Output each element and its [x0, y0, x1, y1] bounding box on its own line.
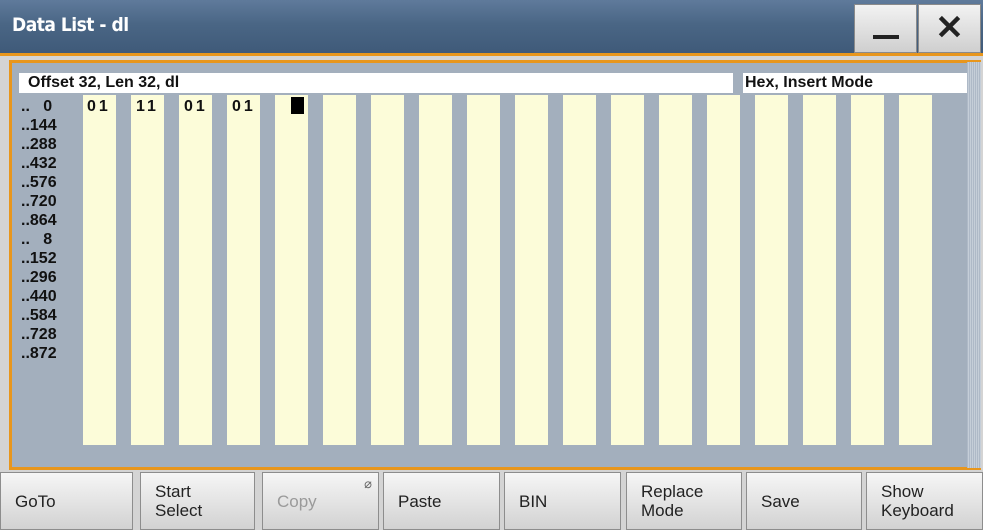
row-offset-label: ..296: [21, 269, 57, 286]
row-offset-label: ..432: [21, 155, 57, 172]
show-keyboard-button[interactable]: Show Keyboard: [866, 472, 983, 530]
list-info-text: Offset 32, Len 32, dl: [28, 74, 180, 91]
data-column[interactable]: [563, 95, 596, 445]
replace-mode-button[interactable]: Replace Mode: [626, 472, 742, 530]
softkey-bar: GoTo Start Select Copy ⌀ Paste BIN Repla…: [0, 470, 983, 530]
paste-button[interactable]: Paste: [383, 472, 500, 530]
replace-mode-label: Replace Mode: [641, 482, 704, 520]
data-cell[interactable]: 11: [136, 97, 159, 116]
edit-cursor: [291, 97, 304, 114]
copy-label: Copy: [277, 491, 317, 511]
row-offset-label: ..288: [21, 136, 57, 153]
close-button[interactable]: ✕: [918, 4, 981, 53]
row-offset-label: ..720: [21, 193, 57, 210]
data-column[interactable]: [707, 95, 740, 445]
start-select-button[interactable]: Start Select: [140, 472, 255, 530]
row-offset-label: .. 8: [21, 231, 53, 248]
row-offset-label: ..576: [21, 174, 57, 191]
copy-button[interactable]: Copy ⌀: [262, 472, 379, 530]
edit-mode-text: Hex, Insert Mode: [745, 74, 874, 91]
row-offset-label: ..152: [21, 250, 57, 267]
row-offset-label: ..144: [21, 117, 57, 134]
data-column[interactable]: [371, 95, 404, 445]
data-column[interactable]: [83, 95, 116, 445]
save-label: Save: [761, 491, 800, 511]
save-button[interactable]: Save: [746, 472, 862, 530]
data-column[interactable]: [899, 95, 932, 445]
bin-label: BIN: [519, 491, 548, 511]
goto-button[interactable]: GoTo: [0, 472, 133, 530]
data-column[interactable]: [851, 95, 884, 445]
data-editor-panel[interactable]: Offset 32, Len 32, dl Hex, Insert Mode .…: [9, 60, 981, 470]
minimize-button[interactable]: [854, 4, 917, 53]
data-column[interactable]: [467, 95, 500, 445]
data-column[interactable]: [755, 95, 788, 445]
data-column[interactable]: [659, 95, 692, 445]
data-column[interactable]: [419, 95, 452, 445]
disabled-icon: ⌀: [364, 476, 372, 491]
row-offset-label: ..440: [21, 288, 57, 305]
data-column[interactable]: [323, 95, 356, 445]
row-offset-label: .. 0: [21, 98, 53, 115]
minimize-icon: [873, 35, 899, 39]
title-bar: Data List - dl ✕: [0, 0, 983, 56]
list-info-field: Offset 32, Len 32, dl: [19, 73, 733, 93]
edit-mode-field: Hex, Insert Mode: [743, 73, 977, 93]
data-list-window: Data List - dl ✕ Offset 32, Len 32, dl H…: [0, 0, 983, 530]
data-column[interactable]: [179, 95, 212, 445]
data-column[interactable]: [803, 95, 836, 445]
data-cell[interactable]: 01: [184, 97, 208, 116]
data-cell[interactable]: 01: [87, 97, 111, 116]
data-column[interactable]: [515, 95, 548, 445]
data-column[interactable]: [275, 95, 308, 445]
scrollbar[interactable]: [967, 62, 981, 468]
row-offset-label: ..728: [21, 326, 57, 343]
row-offset-label: ..864: [21, 212, 57, 229]
data-column[interactable]: [227, 95, 260, 445]
paste-label: Paste: [398, 491, 442, 511]
data-column[interactable]: [131, 95, 164, 445]
start-select-label: Start Select: [155, 482, 203, 520]
data-cell[interactable]: 01: [232, 97, 256, 116]
row-offset-label: ..872: [21, 345, 57, 362]
data-column[interactable]: [611, 95, 644, 445]
goto-label: GoTo: [15, 491, 56, 511]
close-icon: ✕: [935, 9, 964, 47]
window-title: Data List - dl: [12, 14, 129, 36]
show-keyboard-label: Show Keyboard: [881, 482, 954, 520]
data-grid[interactable]: .. 0 ..144 ..288 ..432 ..576 ..720 ..864…: [19, 95, 977, 445]
row-offset-label: ..584: [21, 307, 57, 324]
bin-button[interactable]: BIN: [504, 472, 621, 530]
